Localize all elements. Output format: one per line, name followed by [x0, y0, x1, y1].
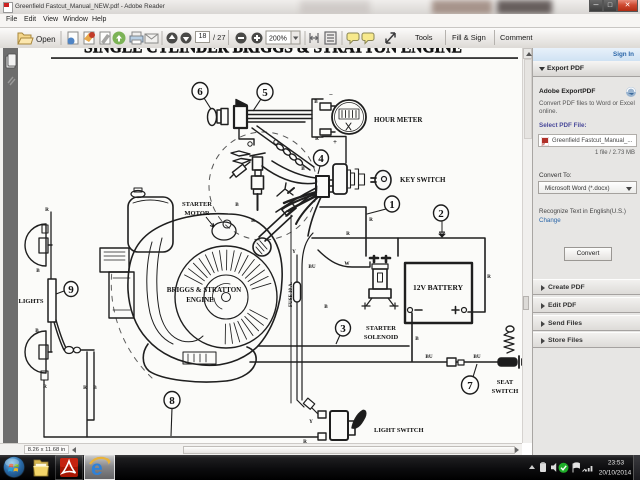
svg-text:B: B	[235, 202, 239, 208]
svg-text:12V BATTERY: 12V BATTERY	[413, 283, 464, 292]
svg-text:B: B	[314, 99, 318, 105]
svg-text:B: B	[301, 166, 305, 172]
svg-text:STARTER: STARTER	[182, 201, 212, 208]
svg-text:5: 5	[262, 87, 268, 99]
svg-text:BU: BU	[425, 354, 432, 360]
svg-text:23:53: 23:53	[608, 460, 625, 467]
svg-text:200%: 200%	[269, 36, 287, 43]
svg-text:8: 8	[169, 395, 175, 407]
svg-text:SOLENOID: SOLENOID	[364, 334, 399, 341]
svg-text:+: +	[333, 138, 337, 146]
svg-text:ENGINE: ENGINE	[186, 296, 214, 304]
svg-text:R: R	[487, 274, 491, 280]
svg-text:−: −	[329, 91, 333, 99]
svg-text:2: 2	[438, 208, 444, 220]
svg-text:LIGHTS: LIGHTS	[19, 298, 44, 305]
svg-text:R: R	[43, 384, 47, 390]
svg-text:R: R	[369, 217, 373, 223]
svg-text:1: 1	[389, 199, 395, 211]
svg-text:B: B	[35, 328, 39, 334]
svg-text:LIGHT SWITCH: LIGHT SWITCH	[374, 427, 424, 434]
svg-text:B: B	[415, 336, 419, 342]
svg-text:6: 6	[197, 86, 203, 98]
svg-text:BRIGGS & STRATTON: BRIGGS & STRATTON	[167, 286, 241, 294]
svg-text:B: B	[93, 385, 97, 391]
svg-text:R: R	[45, 207, 49, 213]
svg-text:SWITCH: SWITCH	[492, 388, 519, 395]
svg-text:R: R	[83, 385, 87, 391]
svg-text:R: R	[251, 218, 255, 224]
svg-text:R: R	[315, 136, 319, 142]
svg-text:FUSE 10 A.: FUSE 10 A.	[289, 281, 294, 307]
svg-text:B: B	[324, 304, 328, 310]
svg-text:Y: Y	[292, 249, 296, 255]
svg-text:B: B	[36, 268, 40, 274]
svg-text:BU: BU	[308, 264, 315, 270]
svg-text:STARTER: STARTER	[366, 325, 396, 332]
svg-text:MOTOR: MOTOR	[184, 210, 209, 217]
svg-text:7: 7	[467, 380, 473, 392]
svg-text:P: P	[542, 141, 545, 146]
svg-text:Y: Y	[309, 419, 313, 425]
svg-text:3: 3	[340, 323, 346, 335]
svg-text:KEY SWITCH: KEY SWITCH	[400, 176, 446, 184]
svg-text:20/10/2014: 20/10/2014	[599, 470, 632, 477]
svg-text:4: 4	[318, 153, 324, 165]
svg-text:BU: BU	[473, 354, 480, 360]
svg-text:R: R	[346, 231, 350, 237]
svg-text:SINGLE CYLINDER BRIGGS & STRAT: SINGLE CYLINDER BRIGGS & STRATTON ENGINE	[84, 48, 462, 57]
svg-text:HOUR METER: HOUR METER	[374, 116, 423, 124]
svg-text:9: 9	[68, 284, 74, 296]
svg-text:W: W	[344, 261, 350, 267]
svg-text:SEAT: SEAT	[497, 379, 514, 386]
svg-text:Open: Open	[36, 35, 56, 44]
